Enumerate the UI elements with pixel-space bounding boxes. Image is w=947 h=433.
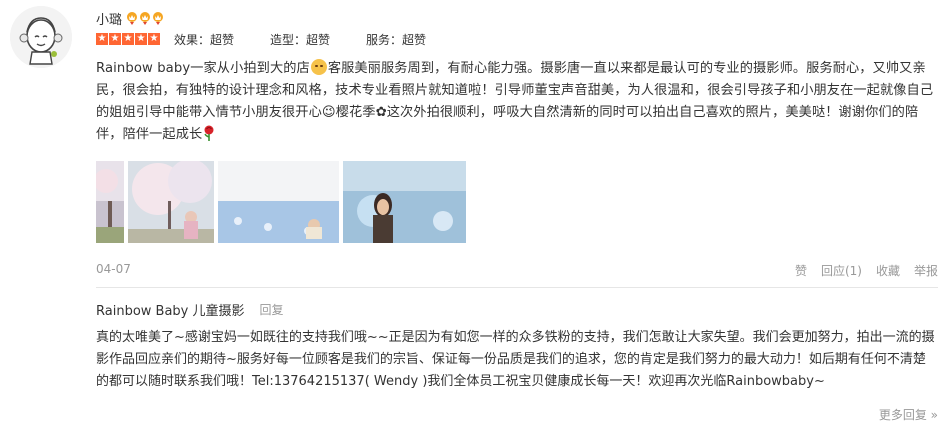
rose-emoji-icon <box>204 125 214 141</box>
crown-icon <box>153 12 164 25</box>
star-icon: ★ <box>109 33 121 45</box>
favorite-button[interactable]: 收藏 <box>876 262 900 279</box>
review-photo[interactable] <box>96 161 124 243</box>
username[interactable]: 小璐 <box>96 9 122 28</box>
star-icon: ★ <box>96 33 108 45</box>
review-date: 04-07 <box>96 262 131 276</box>
review-photos <box>96 161 466 243</box>
like-button[interactable]: 赞 <box>795 262 807 279</box>
review-meta: 04-07 赞 回应(1) 收藏 举报 <box>96 262 938 278</box>
reply-body: 真的太唯美了~感谢宝妈一如既往的支持我们哦~~正是因为有如您一样的众多铁粉的支持… <box>96 330 935 389</box>
star-icon: ★ <box>122 33 134 45</box>
crown-icon <box>127 12 138 25</box>
review-body: Rainbow baby一家从小拍到大的店 客服美丽服务周到，有耐心能力强。摄影唐… <box>96 58 938 146</box>
review-photo[interactable] <box>128 161 214 243</box>
rating-effect: 效果：超赞 <box>174 32 235 47</box>
review-photo[interactable] <box>343 161 466 243</box>
crown-icon <box>140 12 151 25</box>
review-photo[interactable] <box>218 161 339 243</box>
reply-count-button[interactable]: 回应(1) <box>821 262 862 279</box>
user-avatar[interactable] <box>10 6 72 68</box>
smiley-emoji-icon <box>310 59 327 75</box>
star-rating: ★ ★ ★ ★ ★ <box>96 33 160 45</box>
vip-badges <box>126 11 164 25</box>
report-button[interactable]: 举报 <box>914 262 938 279</box>
reply-author[interactable]: Rainbow Baby 儿童摄影 <box>96 300 245 319</box>
more-replies-link[interactable]: 更多回复 » <box>879 406 938 423</box>
merchant-reply: Rainbow Baby 儿童摄影 回复 真的太唯美了~感谢宝妈一如既往的支持我… <box>96 300 938 393</box>
review-actions: 赞 回应(1) 收藏 举报 <box>795 262 938 279</box>
rating-service: 服务：超赞 <box>366 32 427 47</box>
star-icon: ★ <box>148 33 160 45</box>
review-item: 小璐 ★ ★ ★ ★ ★ 效果：超赞 造型：超赞 服务：超赞 Rainbow b… <box>96 8 938 146</box>
star-icon: ★ <box>135 33 147 45</box>
rating-styling: 造型：超赞 <box>270 32 331 47</box>
review-text-part1: Rainbow baby一家从小拍到大的店 <box>96 61 310 76</box>
reply-button[interactable]: 回复 <box>260 301 284 318</box>
divider <box>96 287 938 288</box>
